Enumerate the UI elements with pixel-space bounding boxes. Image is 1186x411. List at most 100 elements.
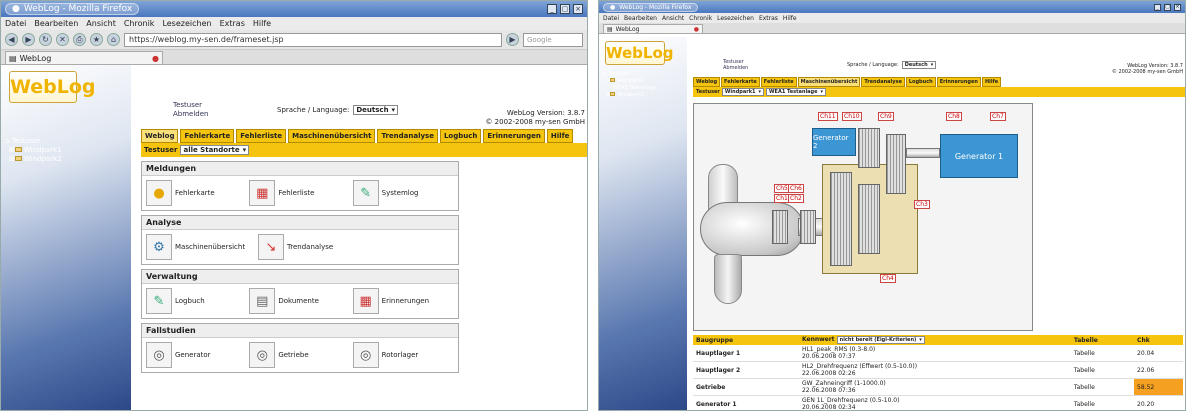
bookmark-icon[interactable]: ★ xyxy=(90,33,103,46)
cell-status[interactable]: Tabelle xyxy=(1070,395,1135,410)
menu-extras[interactable]: Extras xyxy=(759,15,778,22)
search-input[interactable]: Google xyxy=(523,32,583,47)
channel-label[interactable]: Ch8 xyxy=(946,112,962,121)
link-fehlerliste[interactable]: ▦ Fehlerliste xyxy=(249,180,350,206)
tree-item-windpark2[interactable]: ⊞ Windpark2 xyxy=(606,92,687,99)
stop-icon[interactable]: ✕ xyxy=(56,33,69,46)
maximize-button[interactable]: ▢ xyxy=(560,4,570,14)
logout-link[interactable]: Abmelden xyxy=(723,65,748,71)
link-dokumente[interactable]: ▤ Dokumente xyxy=(249,288,350,314)
link-getriebe[interactable]: ◎ Getriebe xyxy=(249,342,350,368)
language-select[interactable]: Deutsch ▾ xyxy=(353,105,399,115)
close-tab-icon[interactable]: ● xyxy=(694,26,699,33)
window-menu-button[interactable]: ● WebLog - Mozilla Firefox xyxy=(5,3,140,15)
home-icon[interactable]: ⌂ xyxy=(107,33,120,46)
link-maschinenuebersicht[interactable]: ⚙ Maschinenübersicht xyxy=(146,234,256,260)
location-select[interactable]: alle Standorte ▾ xyxy=(180,145,250,155)
channel-label[interactable]: Ch9 xyxy=(878,112,894,121)
tab-trendanalyse[interactable]: Trendanalyse xyxy=(861,77,905,87)
tree-item-windpark1[interactable]: ⊞ Windpark1 xyxy=(9,146,131,155)
menu-ansicht[interactable]: Ansicht xyxy=(86,19,116,28)
link-trendanalyse[interactable]: ↘ Trendanalyse xyxy=(258,234,368,260)
tree-item-windpark2[interactable]: ⊞ Windpark2 xyxy=(9,155,131,164)
tab-maschinenuebersicht[interactable]: Maschinenübersicht xyxy=(288,129,376,143)
table-row[interactable]: Hauptlager 1 HL1_peak_RMS (0.3-8.0) 20.06… xyxy=(693,345,1183,362)
channel-label[interactable]: Ch4 xyxy=(880,274,896,283)
chevron-down-icon: ▾ xyxy=(242,146,247,154)
column-header: Baugruppe xyxy=(693,335,799,345)
channel-label[interactable]: Ch7 xyxy=(990,112,1006,121)
menu-bearbeiten[interactable]: Bearbeiten xyxy=(34,19,78,28)
reload-icon[interactable]: ↻ xyxy=(39,33,52,46)
channel-label[interactable]: Ch3 xyxy=(914,200,930,209)
window-menu-button[interactable]: ● WebLog - Mozilla Firefox xyxy=(603,2,699,12)
menu-lesezeichen[interactable]: Lesezeichen xyxy=(162,19,211,28)
forward-icon[interactable]: ▶ xyxy=(22,33,35,46)
tab-hilfe[interactable]: Hilfe xyxy=(981,77,1002,87)
close-tab-icon[interactable]: ● xyxy=(152,54,159,63)
tab-logbuch[interactable]: Logbuch xyxy=(905,77,936,87)
channel-label[interactable]: Ch2 xyxy=(788,194,804,203)
cell-status[interactable]: Tabelle xyxy=(1070,361,1135,379)
tab-trendanalyse[interactable]: Trendanalyse xyxy=(377,129,438,143)
tree-item-windpark1[interactable]: ⊟ Windpark1 xyxy=(606,78,687,85)
tree-item-wea1[interactable]: WEA1 Testanlage xyxy=(613,85,687,92)
link-systemlog[interactable]: ✎ Systemlog xyxy=(352,180,454,206)
close-button[interactable]: × xyxy=(1174,3,1181,11)
browser-tab[interactable]: ▤ WebLog ● xyxy=(5,51,163,64)
tab-logbuch[interactable]: Logbuch xyxy=(439,129,482,143)
generator-1-box[interactable]: Generator 1 xyxy=(940,134,1018,178)
link-logbuch[interactable]: ✎ Logbuch xyxy=(146,288,247,314)
table-row[interactable]: Getriebe GW_Zahneingriff (1-1000.0) 22.06… xyxy=(693,378,1183,396)
link-erinnerungen[interactable]: ▦ Erinnerungen xyxy=(352,288,454,314)
menu-datei[interactable]: Datei xyxy=(5,19,26,28)
menu-lesezeichen[interactable]: Lesezeichen xyxy=(717,15,754,22)
tab-fehlerkarte[interactable]: Fehlerkarte xyxy=(721,77,760,87)
panel-verwaltung: Verwaltung ✎ Logbuch ▤ Dokumente ▦ Erinneru… xyxy=(141,269,459,319)
link-rotorlager[interactable]: ◎ Rotorlager xyxy=(352,342,454,368)
windpark-select[interactable]: Windpark1 ▾ xyxy=(721,88,765,96)
back-icon[interactable]: ◀ xyxy=(5,33,18,46)
menu-extras[interactable]: Extras xyxy=(220,19,245,28)
tab-hilfe[interactable]: Hilfe xyxy=(546,129,574,143)
menu-chronik[interactable]: Chronik xyxy=(124,19,155,28)
close-button[interactable]: × xyxy=(573,4,583,14)
channel-label[interactable]: Ch11 xyxy=(818,112,838,121)
table-row[interactable]: Generator 1 GEN 1L_Drehfrequenz (0.5-10.… xyxy=(693,395,1183,410)
minimize-button[interactable]: _ xyxy=(1154,3,1161,11)
tab-weblog[interactable]: Weblog xyxy=(141,129,179,143)
generator-2-box[interactable]: Generator 2 xyxy=(812,128,856,156)
menu-bearbeiten[interactable]: Bearbeiten xyxy=(624,15,657,22)
turbine-select[interactable]: WEA1 Testanlage ▾ xyxy=(766,88,827,96)
tab-erinnerungen[interactable]: Erinnerungen xyxy=(483,129,545,143)
tab-fehlerliste[interactable]: Fehlerliste xyxy=(760,77,797,87)
channel-label[interactable]: Ch10 xyxy=(842,112,862,121)
menu-hilfe[interactable]: Hilfe xyxy=(783,15,797,22)
menu-hilfe[interactable]: Hilfe xyxy=(253,19,271,28)
tab-fehlerliste[interactable]: Fehlerliste xyxy=(236,129,287,143)
criteria-select[interactable]: nicht bereit (Eigl-Kriterien) ▾ xyxy=(836,336,925,344)
menu-ansicht[interactable]: Ansicht xyxy=(662,15,684,22)
language-select[interactable]: Deutsch ▾ xyxy=(901,61,937,69)
print-icon[interactable]: ⎙ xyxy=(73,33,86,46)
maximize-button[interactable]: ▢ xyxy=(1164,3,1171,11)
tree-root[interactable]: ⌂ Testuser xyxy=(5,137,131,146)
logout-link[interactable]: Abmelden xyxy=(173,110,209,119)
channel-label[interactable]: Ch6 xyxy=(788,184,804,193)
menu-chronik[interactable]: Chronik xyxy=(689,15,712,22)
tab-erinnerungen[interactable]: Erinnerungen xyxy=(936,77,981,87)
tab-fehlerkarte[interactable]: Fehlerkarte xyxy=(180,129,235,143)
table-row[interactable]: Hauptlager 2 HL2_Drehfrequenz (Effwert (… xyxy=(693,361,1183,379)
tab-weblog[interactable]: Weblog xyxy=(693,77,721,87)
tab-maschinenuebersicht[interactable]: Maschinenübersicht xyxy=(797,77,861,87)
menu-datei[interactable]: Datei xyxy=(603,15,619,22)
minimize-button[interactable]: _ xyxy=(547,4,557,14)
tree-root[interactable]: ⌂ Testuser xyxy=(603,71,687,78)
cell-status[interactable]: Tabelle xyxy=(1070,345,1135,362)
url-input[interactable]: https://weblog.my-sen.de/frameset.jsp xyxy=(124,32,502,47)
link-fehlerkarte[interactable]: ● Fehlerkarte xyxy=(146,180,247,206)
cell-status[interactable]: Tabelle xyxy=(1070,378,1135,396)
link-generator[interactable]: ◎ Generator xyxy=(146,342,247,368)
go-icon[interactable]: ▶ xyxy=(506,33,519,46)
browser-tab[interactable]: ▤ WebLog ● xyxy=(603,24,703,33)
